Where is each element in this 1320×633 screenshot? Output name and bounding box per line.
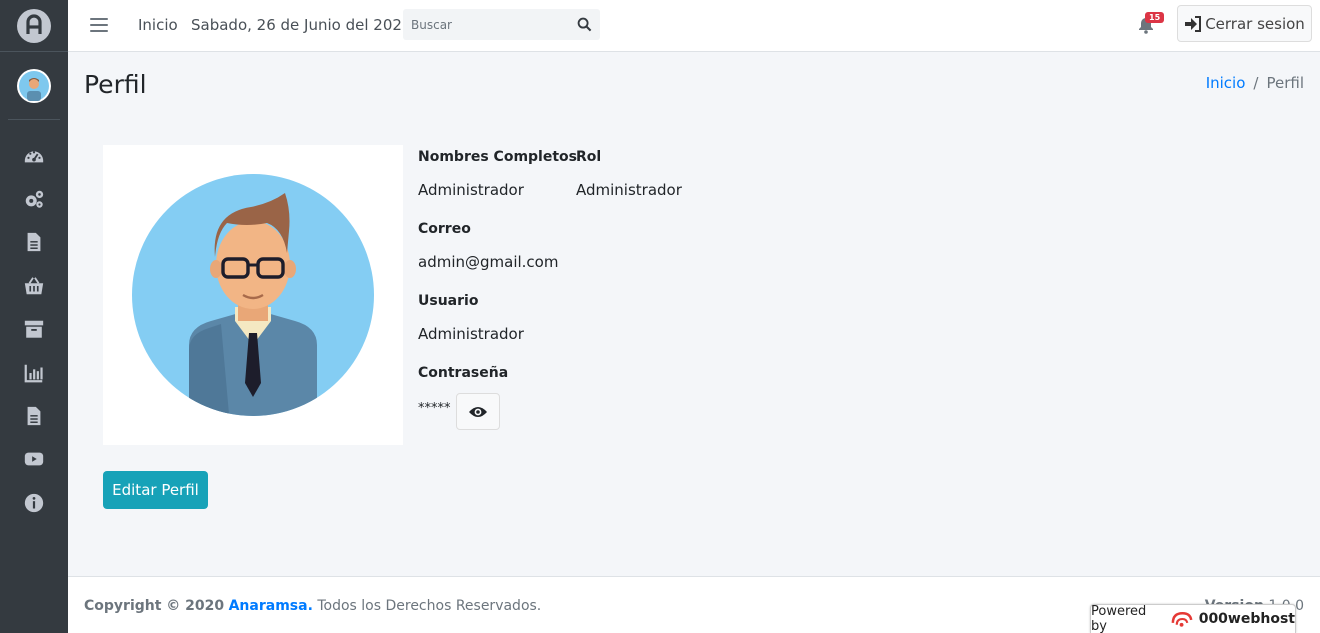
logout-button[interactable]: Cerrar sesion (1177, 5, 1312, 42)
breadcrumb-current: Perfil (1266, 74, 1304, 92)
profile-image (103, 145, 403, 445)
email-label: Correo (418, 221, 471, 237)
breadcrumb-separator: / (1253, 74, 1259, 92)
sidebar-item-reports[interactable] (0, 351, 68, 394)
user-value: Administrador (418, 325, 524, 343)
hamburger-line (90, 24, 108, 26)
host-name: 000webhost (1198, 611, 1295, 627)
role-label: Rol (576, 149, 602, 165)
notification-badge: 15 (1145, 12, 1165, 23)
logo-icon (26, 13, 42, 34)
role-value: Administrador (576, 181, 682, 199)
password-masked-value: ***** (418, 401, 451, 416)
document-icon (27, 406, 41, 426)
logout-label: Cerrar sesion (1205, 14, 1305, 33)
sidebar-item-documents[interactable] (0, 394, 68, 437)
search-icon[interactable] (577, 17, 592, 32)
sidebar-item-info[interactable] (0, 481, 68, 524)
basket-icon (24, 277, 44, 295)
sidebar-item-settings[interactable] (0, 177, 68, 220)
email-value: admin@gmail.com (418, 253, 559, 271)
breadcrumb: Inicio / Perfil (1206, 74, 1304, 92)
brand[interactable] (0, 0, 68, 52)
nav-home-link[interactable]: Inicio (138, 16, 178, 34)
dashboard-icon (24, 150, 44, 163)
sidebar-nav (0, 120, 68, 525)
search-input[interactable] (403, 9, 568, 40)
sidebar (0, 0, 68, 633)
sidebar-item-files[interactable] (0, 221, 68, 264)
current-date: Sabado, 26 de Junio del 2021 (191, 16, 412, 34)
brand-logo[interactable] (17, 8, 51, 43)
hamburger-line (90, 30, 108, 32)
sidebar-item-videos[interactable] (0, 438, 68, 481)
gears-icon (25, 190, 44, 208)
sidebar-item-sales[interactable] (0, 264, 68, 307)
rights-text: Todos los Derechos Reservados. (317, 598, 542, 614)
avatar[interactable] (17, 68, 51, 103)
archive-icon (24, 321, 44, 338)
full-name-value: Administrador (418, 181, 524, 199)
file-icon (27, 233, 41, 252)
sidebar-item-archive[interactable] (0, 308, 68, 351)
menu-toggle-button[interactable] (90, 15, 108, 35)
webhost-logo-icon (1171, 611, 1193, 627)
user-panel[interactable] (8, 52, 60, 120)
hamburger-line (90, 18, 108, 20)
user-avatar-icon (19, 70, 49, 101)
page-title: Perfil (84, 70, 147, 99)
info-icon (24, 493, 44, 512)
breadcrumb-home-link[interactable]: Inicio (1206, 74, 1246, 92)
copyright: Copyright © 2020 Anaramsa. Todos los Der… (84, 598, 541, 614)
chart-icon (24, 364, 43, 382)
edit-profile-button[interactable]: Editar Perfil (103, 471, 208, 509)
top-navbar: Inicio Sabado, 26 de Junio del 2021 15 C… (68, 0, 1320, 52)
brand-link[interactable]: Anaramsa. (229, 598, 313, 614)
password-label: Contraseña (418, 365, 509, 381)
eye-icon (469, 406, 487, 417)
user-label: Usuario (418, 293, 479, 309)
profile-avatar-illustration (132, 174, 374, 416)
powered-by-label: Powered by (1091, 604, 1147, 633)
search-box (403, 9, 600, 40)
copyright-prefix: Copyright © 2020 (84, 598, 225, 614)
full-name-label: Nombres Completos (418, 149, 577, 165)
youtube-icon (24, 453, 44, 466)
show-password-button[interactable] (456, 393, 500, 430)
powered-by-badge[interactable]: Powered by 000webhost (1090, 604, 1296, 633)
sign-in-icon (1185, 15, 1202, 32)
sidebar-item-dashboard[interactable] (0, 134, 68, 177)
